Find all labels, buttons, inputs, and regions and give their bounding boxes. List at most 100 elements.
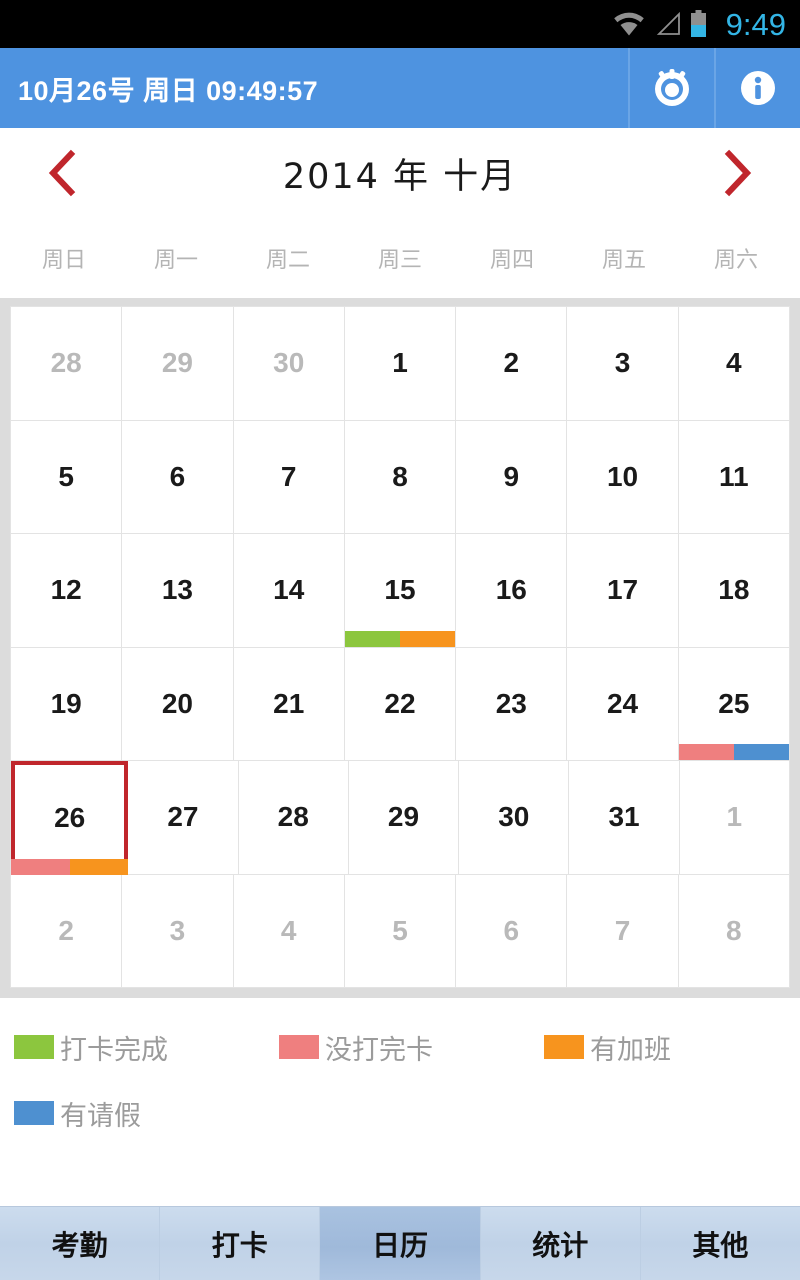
day-number: 20 xyxy=(161,687,193,719)
day-cell[interactable]: 11 xyxy=(678,420,790,534)
day-cell[interactable]: 13 xyxy=(122,534,234,648)
day-cell[interactable]: 25 xyxy=(678,647,790,761)
weekday-label-0: 周日 xyxy=(41,248,86,273)
legend-item: 打卡完成 xyxy=(14,1028,279,1067)
day-cell[interactable]: 14 xyxy=(233,534,345,648)
day-cell[interactable]: 5 xyxy=(344,874,457,988)
day-number: 4 xyxy=(280,914,297,946)
day-cell[interactable]: 8 xyxy=(344,420,457,534)
weekday-label-2: 周二 xyxy=(265,248,310,273)
day-cell[interactable]: 16 xyxy=(456,534,568,648)
tab-4[interactable]: 其他 xyxy=(640,1207,800,1280)
legend-color-swatch xyxy=(279,1035,319,1059)
day-number: 30 xyxy=(273,347,305,379)
day-number: 6 xyxy=(503,914,520,946)
day-cell[interactable]: 28 xyxy=(238,761,349,875)
day-number: 8 xyxy=(726,914,742,946)
day-cell[interactable]: 18 xyxy=(678,534,790,648)
day-cell[interactable]: 6 xyxy=(456,874,568,988)
day-cell[interactable]: 27 xyxy=(128,761,239,875)
day-cell[interactable]: 29 xyxy=(122,307,234,421)
day-cell[interactable]: 8 xyxy=(678,874,790,988)
calendar-grid-container: 28 29 30 1 2 3 4 5 6 7 8 9 10 11 12 13 14 15 16 17 18 19 20 21 2… xyxy=(0,298,800,998)
day-cell[interactable]: 23 xyxy=(456,647,568,761)
alarm-button[interactable] xyxy=(628,48,714,128)
day-cell[interactable]: 21 xyxy=(233,647,345,761)
calendar-week-row: 19 20 21 22 23 24 25 xyxy=(11,647,790,761)
day-number: 24 xyxy=(606,687,639,719)
day-number: 7 xyxy=(280,460,297,492)
day-cell[interactable]: 28 xyxy=(11,307,123,421)
day-cell[interactable]: 7 xyxy=(567,874,679,988)
day-cell[interactable]: 10 xyxy=(567,420,679,534)
calendar-week-row: 2 3 4 5 6 7 8 xyxy=(11,874,790,988)
day-status-mark xyxy=(11,858,70,875)
day-number: 3 xyxy=(169,914,186,946)
next-month-button[interactable] xyxy=(710,148,766,198)
legend-color-swatch xyxy=(544,1035,584,1059)
chevron-right-icon xyxy=(724,149,752,197)
day-cell[interactable]: 2 xyxy=(456,307,568,421)
month-title: 2014 年 十月 xyxy=(282,156,518,197)
day-cell[interactable]: 3 xyxy=(567,307,679,421)
tab-1[interactable]: 打卡 xyxy=(160,1207,321,1280)
weekday-label-4: 周四 xyxy=(489,248,534,273)
legend-label: 有请假 xyxy=(60,1100,141,1132)
tab-3[interactable]: 统计 xyxy=(480,1207,641,1280)
day-status-mark xyxy=(344,630,400,647)
day-number: 10 xyxy=(606,460,639,492)
day-number: 9 xyxy=(503,460,520,492)
day-cell[interactable]: 30 xyxy=(233,307,345,421)
day-number: 2 xyxy=(503,347,520,379)
day-status-marks xyxy=(678,744,789,760)
day-cell[interactable]: 29 xyxy=(348,761,460,875)
prev-month-button[interactable] xyxy=(34,148,90,198)
day-number: 27 xyxy=(167,801,199,833)
day-number: 22 xyxy=(384,687,416,719)
info-button[interactable] xyxy=(714,48,800,128)
day-number: 11 xyxy=(719,460,749,492)
day-number: 1 xyxy=(726,801,743,833)
day-number: 18 xyxy=(718,574,750,606)
day-cell[interactable]: 9 xyxy=(456,420,568,534)
legend-row: 打卡完成 没打完卡 有加班 xyxy=(14,1014,786,1080)
info-icon xyxy=(741,71,775,105)
tab-0[interactable]: 考勤 xyxy=(0,1207,161,1280)
calendar-week-row: 26 27 28 29 30 31 1 xyxy=(11,761,790,875)
day-cell-selected[interactable]: 26 xyxy=(11,761,129,875)
day-number: 30 xyxy=(498,801,530,833)
day-number: 6 xyxy=(169,460,186,492)
day-cell[interactable]: 17 xyxy=(567,534,679,648)
calendar-week-row: 12 13 14 15 16 17 18 xyxy=(11,534,790,648)
day-cell[interactable]: 4 xyxy=(678,307,790,421)
day-cell[interactable]: 3 xyxy=(122,874,234,988)
day-cell[interactable]: 1 xyxy=(679,761,790,875)
legend-item: 没打完卡 xyxy=(279,1028,544,1067)
day-number: 5 xyxy=(58,460,74,492)
day-cell[interactable]: 2 xyxy=(11,874,123,988)
action-bar: 10月26号 周日 09:49:57 xyxy=(0,48,800,128)
day-cell[interactable]: 20 xyxy=(122,647,234,761)
day-cell[interactable]: 7 xyxy=(233,420,345,534)
day-number: 26 xyxy=(54,801,86,833)
day-number: 16 xyxy=(495,574,527,606)
day-number: 12 xyxy=(50,574,82,606)
bottom-tab-bar: 考勤 打卡 日历 统计 其他 xyxy=(0,1206,800,1280)
day-cell[interactable]: 5 xyxy=(11,420,123,534)
battery-icon xyxy=(690,10,706,37)
tab-2-active[interactable]: 日历 xyxy=(320,1207,481,1280)
day-cell[interactable]: 12 xyxy=(11,534,123,648)
day-cell[interactable]: 15 xyxy=(344,534,457,648)
day-cell[interactable]: 19 xyxy=(11,647,123,761)
day-cell[interactable]: 24 xyxy=(567,647,679,761)
day-cell[interactable]: 31 xyxy=(569,761,680,875)
day-cell[interactable]: 4 xyxy=(233,874,345,988)
day-cell[interactable]: 30 xyxy=(459,761,570,875)
day-cell[interactable]: 6 xyxy=(122,420,234,534)
status-icon-group: 9:49 xyxy=(612,9,786,40)
day-cell[interactable]: 1 xyxy=(344,307,457,421)
day-cell[interactable]: 22 xyxy=(344,647,457,761)
calendar-week-row: 28 29 30 1 2 3 4 xyxy=(11,307,790,421)
day-number: 5 xyxy=(392,914,408,946)
chevron-left-icon xyxy=(48,149,76,197)
